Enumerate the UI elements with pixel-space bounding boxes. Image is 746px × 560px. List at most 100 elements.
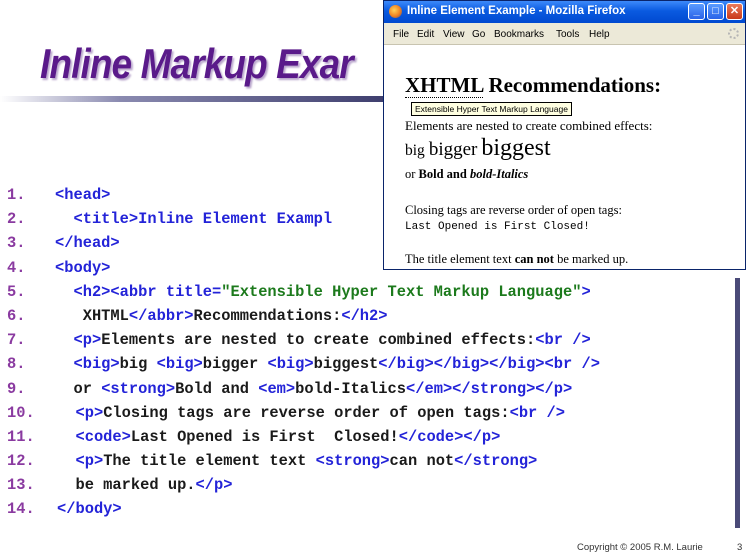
slide-side-bar (735, 278, 740, 528)
copyright-text: Copyright © 2005 R.M. Laurie (577, 542, 703, 553)
paragraph-title-note: The title element text can not be marked… (405, 252, 628, 267)
code-text: bigger (202, 355, 268, 374)
menu-go[interactable]: Go (472, 29, 485, 40)
abbr-xhtml[interactable]: XHTML (405, 73, 484, 98)
code-tag: </big></big></big><br /> (378, 355, 600, 374)
code-tag: <p> (57, 403, 104, 422)
title-note-before: The title element text (405, 252, 515, 266)
code-tag: > (581, 282, 591, 301)
close-button[interactable]: ✕ (726, 3, 743, 20)
menu-view[interactable]: View (443, 29, 465, 40)
window-title: Inline Element Example - Mozilla Firefox (407, 5, 626, 17)
line-number: 14. (7, 500, 35, 519)
code-tag: </p> (195, 476, 233, 495)
code-line: 9. or <strong>Bold and <em>bold-Italics<… (7, 377, 600, 401)
minimize-button[interactable]: _ (688, 3, 705, 20)
big-text: big (405, 142, 425, 159)
menu-help[interactable]: Help (589, 29, 610, 40)
firefox-logo-icon (389, 5, 402, 18)
code-tag: <big> (55, 355, 120, 374)
biggest-text: biggest (481, 135, 551, 161)
line-number: 8. (7, 355, 26, 374)
code-tag: <title>Inline Element Exampl (55, 210, 333, 229)
menu-tools[interactable]: Tools (556, 29, 579, 40)
menu-bookmarks[interactable]: Bookmarks (494, 29, 544, 40)
code-text: can not (389, 452, 455, 471)
code-tag: <strong> (101, 379, 176, 398)
code-text: Elements are nested to create combined e… (101, 331, 536, 350)
code-line: 5. <h2><abbr title="Extensible Hyper Tex… (7, 280, 600, 304)
maximize-button[interactable]: □ (707, 3, 724, 20)
code-tag: </code></p> (398, 427, 501, 446)
code-text: XHTML (55, 306, 129, 325)
menu-file[interactable]: File (393, 29, 409, 40)
line-number: 7. (7, 331, 26, 350)
code-text: Last Opened is First Closed! (130, 427, 399, 446)
code-line: 10. <p>Closing tags are reverse order of… (7, 401, 600, 425)
menu-bar: File Edit View Go Bookmarks Tools Help (384, 23, 745, 45)
code-tag: <h2><abbr title= (55, 282, 222, 301)
slide-title: Inline Markup Exar (40, 40, 354, 87)
code-text: big (119, 355, 157, 374)
line-number: 11. (7, 427, 35, 446)
menu-edit[interactable]: Edit (417, 29, 434, 40)
page-heading: XHTML Recommendations: (405, 73, 661, 98)
window-titlebar[interactable]: Inline Element Example - Mozilla Firefox… (384, 1, 745, 23)
code-tag: <head> (55, 186, 111, 204)
code-tag: <em> (258, 379, 296, 398)
code-tag: <big> (267, 355, 314, 374)
code-tag: <br /> (535, 331, 591, 350)
code-tag: </strong> (454, 452, 538, 471)
line-number: 2. (7, 210, 26, 229)
code-tag: </body> (57, 500, 122, 519)
title-note-strong: can not (514, 252, 554, 266)
line-number: 13. (7, 476, 35, 495)
code-tag: <big> (156, 355, 203, 374)
line-number: 1. (7, 186, 26, 204)
line-number: 5. (7, 282, 26, 301)
code-tag: </abbr> (128, 306, 194, 325)
paragraph-closing-code: Last Opened is First Closed! (405, 221, 590, 233)
code-line: 14. </body> (7, 497, 600, 521)
code-text: Bold and (175, 379, 259, 398)
code-line: 8. <big>big <big>bigger <big>biggest</bi… (7, 352, 600, 376)
code-text: be marked up. (57, 476, 196, 495)
code-attr-value: "Extensible Hyper Text Markup Language" (221, 282, 582, 301)
title-note-after: be marked up. (553, 252, 629, 266)
code-text: or (55, 379, 102, 398)
code-line: 13. be marked up.</p> (7, 473, 600, 497)
paragraph-closing-line1: Closing tags are reverse order of open t… (405, 203, 622, 217)
code-text: biggest (313, 355, 379, 374)
code-text: Recommendations: (193, 306, 342, 325)
line-number: 6. (7, 306, 26, 325)
bold-text: Bold and bold-Italics (418, 167, 529, 181)
code-tag: <code> (57, 427, 131, 446)
code-line: 6. XHTML</abbr>Recommendations:</h2> (7, 304, 600, 328)
bigger-text: bigger (428, 139, 478, 160)
code-line: 12. <p>The title element text <strong>ca… (7, 449, 600, 473)
code-tag: <br /> (509, 403, 565, 422)
paragraph-big-sizes: big bigger biggest (405, 135, 551, 162)
code-tag: <p> (57, 452, 104, 471)
throbber-icon (728, 28, 739, 39)
line-number: 12. (7, 452, 35, 471)
code-tag: </h2> (341, 306, 388, 325)
code-tag: </head> (55, 234, 120, 253)
line-number: 3. (7, 234, 26, 253)
line-number: 4. (7, 258, 26, 277)
page-content: XHTML Recommendations: Extensible Hyper … (384, 45, 745, 269)
code-line: 7. <p>Elements are nested to create comb… (7, 328, 600, 352)
code-text: bold-Italics (295, 379, 406, 398)
code-tag: </em></strong></p> (406, 379, 573, 398)
code-line: 11. <code>Last Opened is First Closed!</… (7, 425, 600, 449)
code-tag: <strong> (315, 452, 390, 471)
bold-italics-text: bold-Italics (469, 167, 529, 181)
slide-number: 3 (737, 542, 743, 553)
abbr-tooltip: Extensible Hyper Text Markup Language (411, 102, 572, 116)
firefox-window: Inline Element Example - Mozilla Firefox… (383, 0, 746, 270)
paragraph-bold-line: or Bold and bold-Italics (405, 167, 528, 182)
line-number: 9. (7, 379, 26, 398)
or-text: or (405, 167, 419, 181)
paragraph-nested-line1: Elements are nested to create combined e… (405, 118, 653, 133)
code-tag: <p> (55, 331, 102, 350)
